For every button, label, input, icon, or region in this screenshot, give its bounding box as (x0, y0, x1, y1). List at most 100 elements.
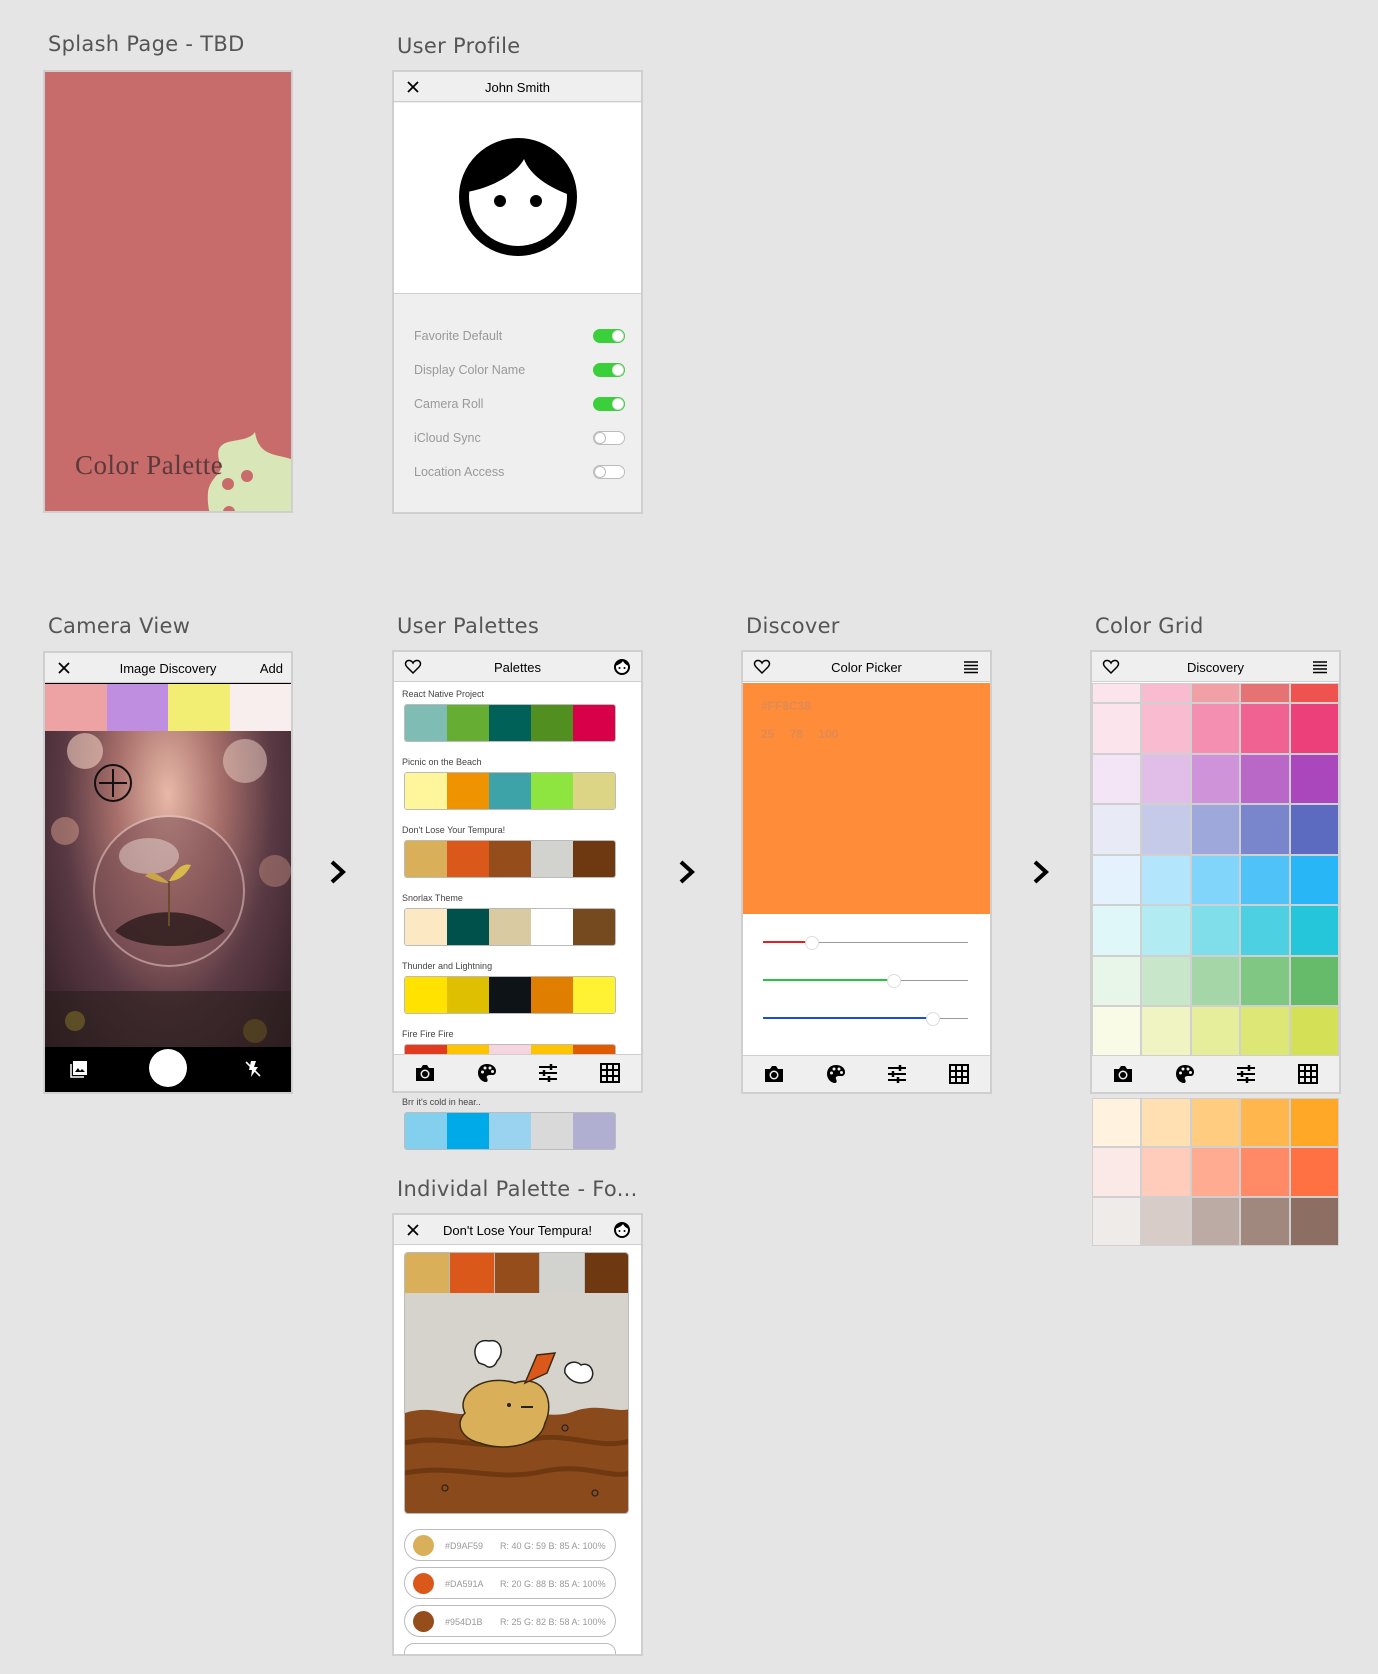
grid-cell[interactable] (1092, 905, 1142, 956)
grid-cell[interactable] (1141, 854, 1191, 906)
grid-cell[interactable] (1141, 1006, 1191, 1057)
grid-cell[interactable] (1289, 753, 1339, 805)
menu-icon[interactable] (1311, 658, 1329, 676)
grid-cell[interactable] (1289, 1098, 1339, 1148)
grid-cell[interactable] (1289, 905, 1339, 956)
tab-camera[interactable] (414, 1062, 436, 1084)
color-entry[interactable]: #DA591A R: 20 G: 88 B: 85 A: 100% (404, 1567, 616, 1599)
grid-cell[interactable] (1190, 683, 1241, 703)
setting-toggle[interactable] (593, 465, 625, 479)
individual-swatch[interactable] (585, 1253, 628, 1293)
grid-cell[interactable] (1141, 1196, 1191, 1246)
color-slider[interactable] (763, 1012, 968, 1026)
grid-cell[interactable] (1289, 703, 1339, 754)
grid-cell[interactable] (1092, 703, 1142, 754)
profile-face-icon[interactable] (613, 1221, 631, 1239)
color-slider[interactable] (763, 974, 968, 988)
grid-cell[interactable] (1141, 703, 1191, 754)
individual-swatch[interactable] (540, 1253, 585, 1293)
tab-camera[interactable] (1112, 1063, 1134, 1085)
individual-swatch[interactable] (495, 1253, 540, 1293)
grid-cell[interactable] (1190, 1098, 1241, 1148)
grid-cell[interactable] (1289, 1196, 1339, 1246)
flash-off-icon[interactable] (243, 1059, 263, 1079)
grid-cell[interactable] (1141, 804, 1191, 855)
grid-cell[interactable] (1289, 854, 1339, 906)
color-entry-partial[interactable] (404, 1643, 616, 1654)
grid-cell[interactable] (1190, 1006, 1241, 1057)
camera-swatch[interactable] (45, 684, 107, 731)
splash-artboard[interactable]: Color Palette (43, 70, 293, 513)
gallery-icon[interactable] (69, 1059, 89, 1079)
grid-cell[interactable] (1141, 1147, 1191, 1197)
grid-cell[interactable] (1092, 1098, 1142, 1148)
tab-palettes[interactable] (825, 1063, 847, 1085)
grid-cell[interactable] (1190, 753, 1241, 805)
grid-cell[interactable] (1289, 683, 1339, 703)
palette-strip[interactable] (404, 908, 616, 946)
grid-cell[interactable] (1190, 1196, 1241, 1246)
color-slider[interactable] (763, 936, 968, 950)
grid-cell[interactable] (1190, 955, 1241, 1007)
tab-palettes[interactable] (476, 1062, 498, 1084)
tab-camera[interactable] (763, 1063, 785, 1085)
color-entry[interactable]: #D9AF59 R: 40 G: 59 B: 85 A: 100% (404, 1529, 616, 1561)
grid-cell[interactable] (1141, 683, 1191, 703)
palette-strip[interactable] (404, 704, 616, 742)
individual-swatch[interactable] (405, 1253, 450, 1293)
palette-strip[interactable] (404, 976, 616, 1014)
setting-toggle[interactable] (593, 431, 625, 445)
grid-cell[interactable] (1092, 804, 1142, 855)
grid-cell[interactable] (1141, 753, 1191, 805)
palette-overflow-strip[interactable] (404, 1112, 616, 1150)
palette-strip[interactable] (404, 840, 616, 878)
grid-cell[interactable] (1141, 905, 1191, 956)
grid-cell[interactable] (1190, 703, 1241, 754)
shutter-button[interactable] (149, 1049, 187, 1087)
grid-cell[interactable] (1240, 905, 1290, 956)
profile-face-icon[interactable] (613, 658, 631, 676)
grid-cell[interactable] (1240, 683, 1290, 703)
tab-grid[interactable] (599, 1062, 621, 1084)
grid-cell[interactable] (1240, 1147, 1290, 1197)
grid-cell[interactable] (1190, 804, 1241, 855)
grid-cell[interactable] (1190, 854, 1241, 906)
camera-swatch[interactable] (229, 684, 291, 731)
grid-cell[interactable] (1190, 905, 1241, 956)
grid-cell[interactable] (1141, 1098, 1191, 1148)
slider-knob[interactable] (805, 936, 820, 950)
crosshair-icon[interactable] (93, 763, 133, 803)
grid-cell[interactable] (1289, 804, 1339, 855)
palette-strip[interactable] (404, 772, 616, 810)
grid-cell[interactable] (1240, 804, 1290, 855)
grid-cell[interactable] (1289, 1147, 1339, 1197)
camera-swatch[interactable] (106, 684, 168, 731)
grid-cell[interactable] (1289, 955, 1339, 1007)
slider-knob[interactable] (887, 974, 902, 988)
grid-cell[interactable] (1092, 1147, 1142, 1197)
grid-cell[interactable] (1190, 1147, 1241, 1197)
avatar-face-icon[interactable] (458, 137, 578, 257)
grid-cell[interactable] (1240, 1098, 1290, 1148)
grid-cell[interactable] (1240, 1196, 1290, 1246)
grid-cell[interactable] (1240, 854, 1290, 906)
color-entry[interactable]: #954D1B R: 25 G: 82 B: 58 A: 100% (404, 1605, 616, 1637)
tab-adjust[interactable] (886, 1063, 908, 1085)
grid-cell[interactable] (1240, 955, 1290, 1007)
grid-cell[interactable] (1092, 955, 1142, 1007)
slider-knob[interactable] (926, 1012, 941, 1026)
grid-cell[interactable] (1092, 1006, 1142, 1057)
tab-grid[interactable] (948, 1063, 970, 1085)
setting-toggle[interactable] (593, 363, 625, 377)
grid-cell[interactable] (1092, 683, 1142, 703)
tab-adjust[interactable] (537, 1062, 559, 1084)
individual-swatch[interactable] (450, 1253, 495, 1293)
camera-preview-image[interactable] (45, 731, 291, 1047)
grid-cell[interactable] (1141, 955, 1191, 1007)
tab-palettes[interactable] (1174, 1063, 1196, 1085)
tab-grid[interactable] (1297, 1063, 1319, 1085)
grid-cell[interactable] (1289, 1006, 1339, 1057)
grid-cell[interactable] (1092, 1196, 1142, 1246)
grid-cell[interactable] (1240, 703, 1290, 754)
grid-cell[interactable] (1240, 753, 1290, 805)
